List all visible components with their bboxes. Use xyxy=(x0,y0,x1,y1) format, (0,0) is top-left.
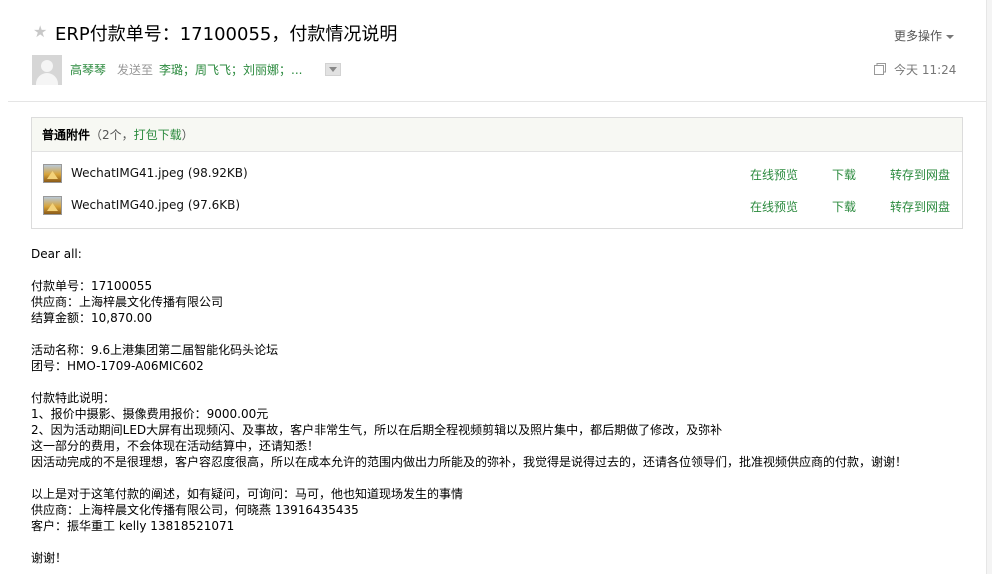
thanks-line: 谢谢！ xyxy=(31,551,68,565)
activity-line: 活动名称：9.6上港集团第二届智能化码头论坛 xyxy=(31,343,279,357)
new-window-icon[interactable] xyxy=(874,63,886,75)
recipient-list[interactable]: 李璐；周飞飞；刘丽娜；... xyxy=(159,61,302,78)
explanation-item-2: 2、因为活动期间LED大屏有出现频闪、及事故，客户非常生气，所以在后期全程视频剪… xyxy=(31,423,723,437)
explanation-item-4: 因活动完成的不是很理想，客户容忍度很高，所以在成本允许的范围内做出力所能及的弥补… xyxy=(31,455,908,469)
sender-name[interactable]: 高琴琴 xyxy=(70,61,106,78)
scrollbar-track[interactable] xyxy=(986,0,992,574)
send-to-label: 发送至 xyxy=(117,63,154,77)
download-link[interactable]: 下载 xyxy=(832,198,856,215)
more-actions-label: 更多操作 xyxy=(894,29,943,43)
download-all-link[interactable]: 打包下载 xyxy=(134,128,182,142)
sender-avatar[interactable] xyxy=(32,55,62,85)
explanation-title: 付款特此说明： xyxy=(31,391,116,405)
attachment-file-name[interactable]: WechatIMG41.jpeg (98.92KB) xyxy=(71,166,248,180)
image-file-icon xyxy=(43,196,62,215)
attachment-title: 普通附件 xyxy=(42,128,91,142)
attachment-count: （2个， xyxy=(90,128,134,142)
payment-number: 付款单号：17100055 xyxy=(31,279,153,293)
mail-header: ★ ERP付款单号：17100055，付款情况说明 更多操作 高琴琴 发送至 李… xyxy=(0,0,986,104)
attachment-row: WechatIMG40.jpeg (97.6KB) 在线预览 下载 转存到网盘 xyxy=(32,190,962,222)
preview-link[interactable]: 在线预览 xyxy=(750,198,798,215)
attachment-panel: 普通附件（2个，打包下载） WechatIMG41.jpeg (98.92KB)… xyxy=(31,117,963,229)
avatar-body-shape xyxy=(36,73,58,85)
sent-time: 今天 11:24 xyxy=(894,63,957,77)
preview-link[interactable]: 在线预览 xyxy=(750,166,798,183)
chevron-down-icon xyxy=(329,67,337,72)
avatar-head-shape xyxy=(41,60,53,72)
mail-subject: ERP付款单号：17100055，付款情况说明 xyxy=(55,24,398,45)
more-actions-menu[interactable]: 更多操作 xyxy=(894,27,955,44)
star-icon[interactable]: ★ xyxy=(33,22,47,41)
caret-down-icon xyxy=(946,34,955,39)
explanation-item-1: 1、报价中摄影、摄像费用报价：9000.00元 xyxy=(31,407,269,421)
download-link[interactable]: 下载 xyxy=(832,166,856,183)
attachment-row: WechatIMG41.jpeg (98.92KB) 在线预览 下载 转存到网盘 xyxy=(32,158,962,190)
image-file-icon xyxy=(43,164,62,183)
save-to-disk-link[interactable]: 转存到网盘 xyxy=(890,166,950,183)
expand-recipients-button[interactable] xyxy=(325,63,341,76)
amount-line: 结算金额：10,870.00 xyxy=(31,311,153,325)
greeting: Dear all: xyxy=(31,247,82,261)
save-to-disk-link[interactable]: 转存到网盘 xyxy=(890,198,950,215)
group-number-line: 团号：HMO-1709-A06MIC602 xyxy=(31,359,204,373)
supplier-line: 供应商：上海梓晨文化传播有限公司 xyxy=(31,295,224,309)
closing-line-3: 客户：振华重工 kelly 13818521071 xyxy=(31,519,235,533)
explanation-item-3: 这一部分的费用，不会体现在活动结算中，还请知悉！ xyxy=(31,439,320,453)
mail-body: Dear all: 付款单号：17100055 供应商：上海梓晨文化传播有限公司… xyxy=(31,246,907,566)
closing-line-2: 供应商：上海梓晨文化传播有限公司，何晓燕 13916435435 xyxy=(31,503,359,517)
attachment-header: 普通附件（2个，打包下载） xyxy=(32,118,962,152)
attachment-count-close: ） xyxy=(181,128,194,142)
header-divider xyxy=(8,101,986,102)
closing-line-1: 以上是对于这笔付款的阐述，如有疑问，可询问：马可，他也知道现场发生的事情 xyxy=(31,487,464,501)
attachment-file-name[interactable]: WechatIMG40.jpeg (97.6KB) xyxy=(71,198,240,212)
